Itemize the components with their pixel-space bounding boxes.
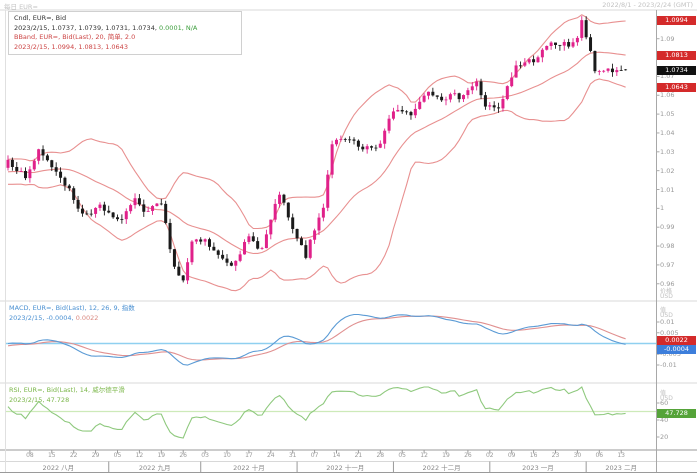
badge-macd-signal: 0.0022: [657, 336, 696, 345]
day-label: 21: [355, 452, 363, 459]
day-label: 30: [574, 452, 582, 459]
day-label: 10: [223, 452, 231, 459]
month-label: 2022 八月: [43, 462, 75, 472]
macd-legend: MACD, EUR=, Bid(Last), 12, 26, 9, 指数 202…: [9, 304, 135, 323]
month-label: 2023 一月: [522, 462, 554, 472]
month-label: 2022 十二月: [423, 462, 461, 472]
legend-macd-series: MACD, EUR=, Bid(Last), 12, 26, 9, 指数: [9, 304, 135, 314]
legend-bband-series: BBand, EUR=, Bid(Last), 20, 简单, 2.0: [14, 33, 236, 43]
macd-tick-label: 0.01: [660, 318, 674, 326]
day-label: 28: [376, 452, 384, 459]
day-label: 12: [420, 452, 428, 459]
day-label: 23: [552, 452, 560, 459]
day-label: 07: [311, 452, 319, 459]
legend-net-change: 0.0001, N/A: [157, 24, 197, 32]
price-tick-label: 1.01: [660, 186, 674, 194]
day-label: 06: [595, 452, 603, 459]
month-label: 2022 十月: [233, 462, 265, 472]
rsi-legend: RSI, EUR=, Bid(Last), 14, 威尔德平滑 2023/2/1…: [9, 386, 125, 405]
day-label: 12: [136, 452, 144, 459]
badge-bollinger-middle: 1.0813: [657, 51, 696, 60]
day-label: 24: [267, 452, 275, 459]
day-label: 29: [92, 452, 100, 459]
legend-candle-values: 2023/2/15, 1.0737, 1.0739, 1.0731, 1.073…: [14, 24, 236, 34]
month-label: 2023 二月: [605, 462, 637, 472]
price-tick-label: 1.05: [660, 110, 674, 118]
day-label: 16: [530, 452, 538, 459]
month-label: 2022 十一月: [326, 462, 364, 472]
price-tick-label: 0.99: [660, 223, 674, 231]
price-tick-label: 1.09: [660, 35, 674, 43]
day-label: 02: [486, 452, 494, 459]
day-label: 05: [398, 452, 406, 459]
price-tick-label: 0.96: [660, 280, 674, 288]
day-label: 22: [70, 452, 78, 459]
price-tick-label: 1.06: [660, 91, 674, 99]
day-label: 05: [114, 452, 122, 459]
legend-macd-signal-value: 0.0022: [74, 314, 99, 322]
legend-rsi-value: 2023/2/15, 47.728: [9, 396, 125, 406]
day-label: 19: [157, 452, 165, 459]
badge-bollinger-lower: 1.0643: [657, 83, 696, 92]
day-label: 31: [289, 452, 297, 459]
day-label: 17: [245, 452, 253, 459]
month-label: 2022 九月: [139, 462, 171, 472]
price-tick-label: 0.98: [660, 242, 674, 250]
price-tick-label: 1: [660, 204, 664, 212]
legend-rsi-series: RSI, EUR=, Bid(Last), 14, 威尔德平滑: [9, 386, 125, 396]
main-legend: Cndl, EUR=, Bid 2023/2/15, 1.0737, 1.073…: [8, 11, 242, 55]
rsi-tick-label: 20: [660, 433, 668, 441]
legend-macd-values: 2023/2/15, -0.0004, 0.0022: [9, 314, 135, 324]
price-tick-label: 0.97: [660, 261, 674, 269]
day-label: 13: [617, 452, 625, 459]
price-tick-label: 1.03: [660, 148, 674, 156]
rsi-tick-label: 60: [660, 399, 668, 407]
day-label: 14: [333, 452, 341, 459]
day-label: 26: [464, 452, 472, 459]
badge-macd-line: -0.0004: [657, 345, 696, 354]
day-label: 26: [179, 452, 187, 459]
legend-candle-series: Cndl, EUR=, Bid: [14, 14, 236, 24]
badge-bollinger-upper: 1.0994: [657, 16, 696, 25]
price-tick-label: 1.02: [660, 167, 674, 175]
axis-caption: USD: [660, 293, 673, 300]
chart-interval-symbol: 每日 EUR=: [4, 1, 38, 11]
day-label: 19: [442, 452, 450, 459]
day-label: 03: [201, 452, 209, 459]
day-label: 15: [48, 452, 56, 459]
price-tick-label: 1.04: [660, 129, 674, 137]
day-label: 08: [26, 452, 34, 459]
badge-last-price: 1.0734: [657, 66, 696, 75]
day-label: 09: [508, 452, 516, 459]
chart-date-range: 2022/8/1 - 2023/2/24 (GMT): [602, 1, 693, 9]
badge-rsi-value: 47.728: [657, 409, 696, 418]
chart-window: 每日 EUR= 2022/8/1 - 2023/2/24 (GMT) Cndl,…: [0, 0, 697, 474]
legend-bband-values: 2023/2/15, 1.0994, 1.0813, 1.0643: [14, 43, 236, 53]
macd-tick-label: -0.01: [660, 361, 677, 369]
